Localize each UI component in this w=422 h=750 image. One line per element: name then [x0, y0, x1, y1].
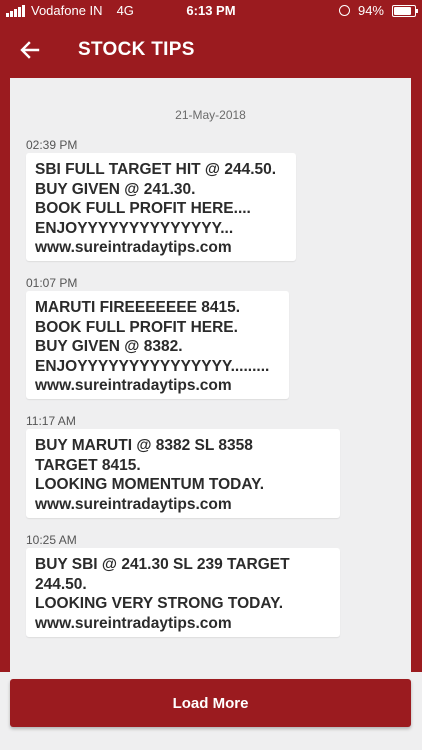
- message-line: 244.50.: [35, 575, 87, 593]
- back-button[interactable]: [14, 34, 46, 66]
- message-line: TARGET 8415.: [35, 456, 141, 474]
- battery-icon: [392, 4, 418, 17]
- message-link[interactable]: www.sureintradaytips.com: [35, 376, 280, 396]
- orientation-lock-icon: [338, 5, 350, 16]
- message-link[interactable]: www.sureintradaytips.com: [35, 238, 287, 258]
- load-more-button[interactable]: Load More: [10, 679, 411, 727]
- message-bubble: MARUTI FIREEEEEEE 8415. BOOK FULL PROFIT…: [26, 291, 289, 399]
- message-line: MARUTI FIREEEEEEE 8415.: [35, 299, 241, 316]
- message-bubble: SBI FULL TARGET HIT @ 244.50. BUY GIVEN …: [26, 153, 296, 261]
- message-link[interactable]: www.sureintradaytips.com: [35, 495, 331, 515]
- message-line: BUY GIVEN @ 8382.: [35, 338, 183, 355]
- message-time: 11:17 AM: [26, 414, 76, 428]
- message-bubble: BUY MARUTI @ 8382 SL 8358 TARGET 8415. L…: [26, 429, 340, 518]
- message-time: 02:39 PM: [26, 138, 78, 152]
- message-link[interactable]: www.sureintradaytips.com: [35, 614, 331, 634]
- status-bar: Vodafone IN 4G 6:13 PM 94%: [0, 0, 422, 22]
- message-line: LOOKING VERY STRONG TODAY.: [35, 595, 284, 612]
- message-bubble: BUY SBI @ 241.30 SL 239 TARGET 244.50. L…: [26, 548, 340, 637]
- message-feed[interactable]: 21-May-2018 02:39 PM SBI FULL TARGET HIT…: [10, 78, 411, 672]
- message-line: BUY GIVEN @ 241.30.: [35, 180, 196, 198]
- message-line: BOOK FULL PROFIT HERE....: [35, 200, 251, 217]
- message-time: 10:25 AM: [26, 533, 77, 547]
- message-line: ENJOYYYYYYYYYYYYYY...: [35, 219, 234, 237]
- battery-percent: 94%: [357, 3, 384, 18]
- message-line: BOOK FULL PROFIT HERE.: [35, 318, 238, 336]
- app-bar: STOCK TIPS: [0, 22, 422, 78]
- page-title: STOCK TIPS: [78, 39, 195, 60]
- arrow-left-icon: [20, 41, 40, 59]
- date-separator: 21-May-2018: [175, 108, 246, 122]
- status-right: 94%: [338, 3, 418, 18]
- message-time: 01:07 PM: [26, 276, 78, 290]
- message-line: ENJOYYYYYYYYYYYYYYY.........: [35, 357, 270, 375]
- message-line: BUY SBI @ 241.30 SL 239 TARGET: [35, 556, 290, 573]
- message-line: BUY MARUTI @ 8382 SL 8358: [35, 437, 253, 454]
- message-line: LOOKING MOMENTUM TODAY.: [35, 476, 265, 493]
- message-line: SBI FULL TARGET HIT @ 244.50.: [35, 161, 277, 178]
